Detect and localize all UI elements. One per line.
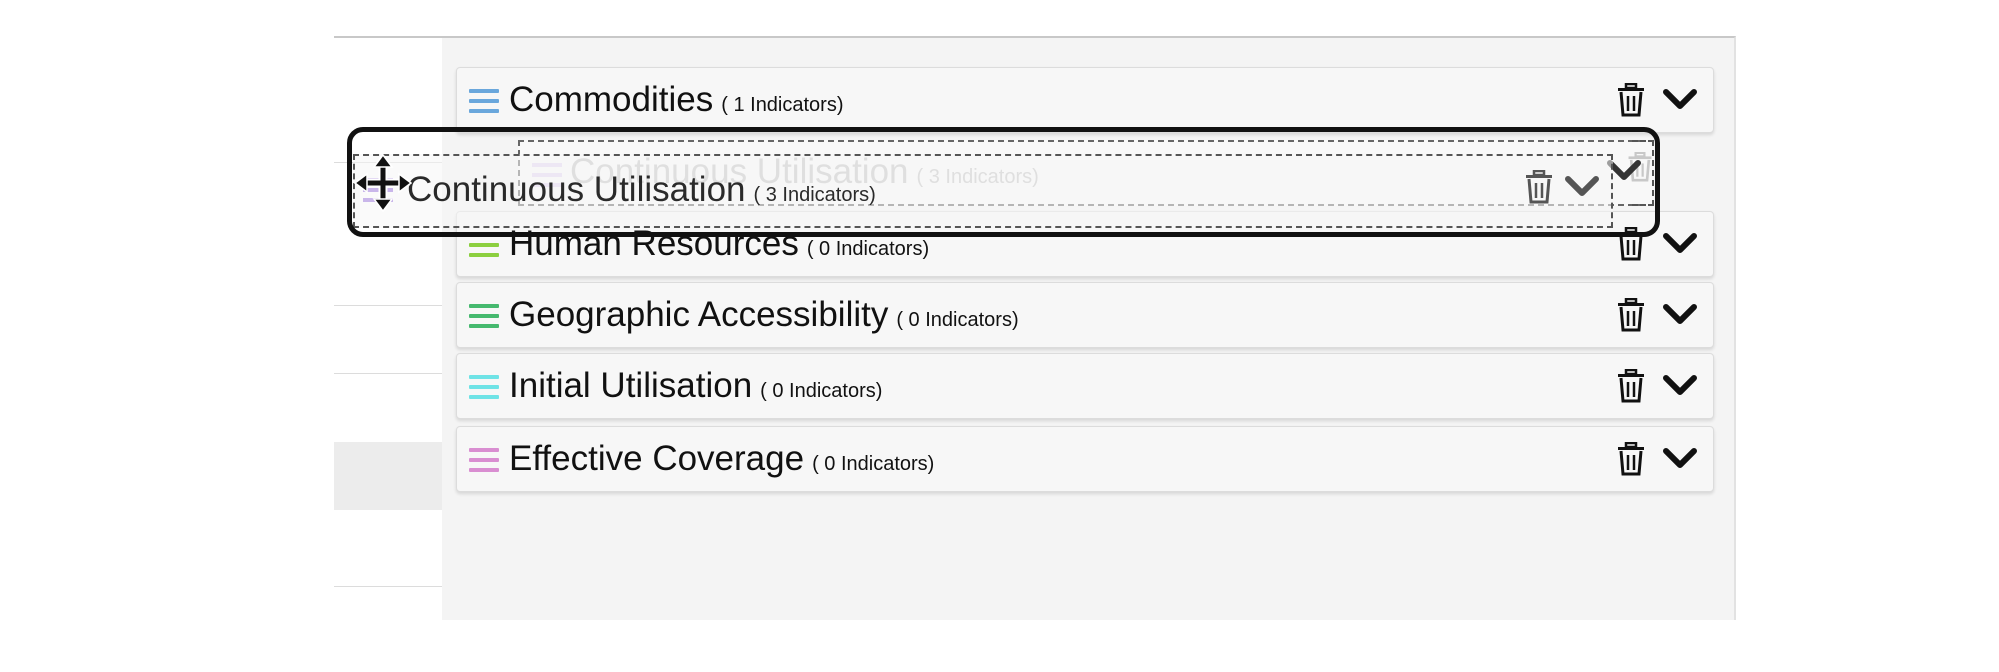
trash-icon[interactable] xyxy=(1617,298,1645,332)
category-name: Initial Utilisation xyxy=(509,366,753,405)
category-row-commodities[interactable]: Commodities ( 1 Indicators) xyxy=(456,67,1714,133)
category-title: Commodities ( 1 Indicators) xyxy=(509,80,844,125)
indicator-count: ( 0 Indicators) xyxy=(812,453,935,475)
category-title: Geographic Accessibility ( 0 Indicators) xyxy=(509,295,1019,340)
move-cursor-icon xyxy=(354,154,412,212)
chevron-down-icon[interactable] xyxy=(1663,229,1697,259)
category-title: Effective Coverage ( 0 Indicators) xyxy=(509,439,934,484)
indicator-count: ( 3 Indicators) xyxy=(753,184,876,206)
chevron-down-icon[interactable] xyxy=(1663,371,1697,401)
category-title: Human Resources ( 0 Indicators) xyxy=(509,224,929,269)
divider xyxy=(334,373,442,374)
trash-icon[interactable] xyxy=(1617,369,1645,403)
indicator-count: ( 0 Indicators) xyxy=(760,380,883,402)
category-name: Geographic Accessibility xyxy=(509,295,889,334)
indicator-count: ( 0 Indicators) xyxy=(806,238,930,260)
category-title: Initial Utilisation ( 0 Indicators) xyxy=(509,366,882,411)
divider xyxy=(334,36,444,38)
drag-handle-icon[interactable] xyxy=(469,89,499,113)
category-name: Human Resources xyxy=(509,224,799,263)
chevron-down-icon[interactable] xyxy=(1663,444,1697,474)
drag-handle-icon[interactable] xyxy=(469,304,499,328)
category-row-geographic-accessibility[interactable]: Geographic Accessibility ( 0 Indicators) xyxy=(456,282,1714,348)
category-name: Effective Coverage xyxy=(509,439,805,478)
category-row-effective-coverage[interactable]: Effective Coverage ( 0 Indicators) xyxy=(456,426,1714,492)
indicator-count: ( 0 Indicators) xyxy=(896,309,1019,331)
trash-icon[interactable] xyxy=(1617,442,1645,476)
category-row-initial-utilisation[interactable]: Initial Utilisation ( 0 Indicators) xyxy=(456,353,1714,419)
category-name: Commodities xyxy=(509,80,714,119)
trash-icon xyxy=(1526,170,1552,204)
indicator-count: ( 1 Indicators) xyxy=(721,94,844,116)
dragged-row-continuous-utilisation[interactable]: Continuous Utilisation ( 3 Indicators) xyxy=(353,154,1613,228)
drag-handle-icon[interactable] xyxy=(469,448,499,472)
drag-handle-icon[interactable] xyxy=(469,375,499,399)
trash-icon[interactable] xyxy=(1617,83,1645,117)
divider xyxy=(334,586,442,587)
drag-handle-icon[interactable] xyxy=(469,233,499,257)
category-name: Continuous Utilisation xyxy=(407,170,746,209)
screen: Commodities ( 1 Indicators) Continuous Ut… xyxy=(0,0,1999,672)
chevron-down-icon xyxy=(1565,176,1599,196)
chevron-down-icon[interactable] xyxy=(1663,300,1697,330)
trash-icon[interactable] xyxy=(1617,227,1645,261)
chevron-down-icon[interactable] xyxy=(1663,85,1697,115)
dragged-row-title: Continuous Utilisation ( 3 Indicators) xyxy=(407,170,876,210)
divider xyxy=(334,305,442,306)
list-item-selected[interactable] xyxy=(334,442,442,510)
